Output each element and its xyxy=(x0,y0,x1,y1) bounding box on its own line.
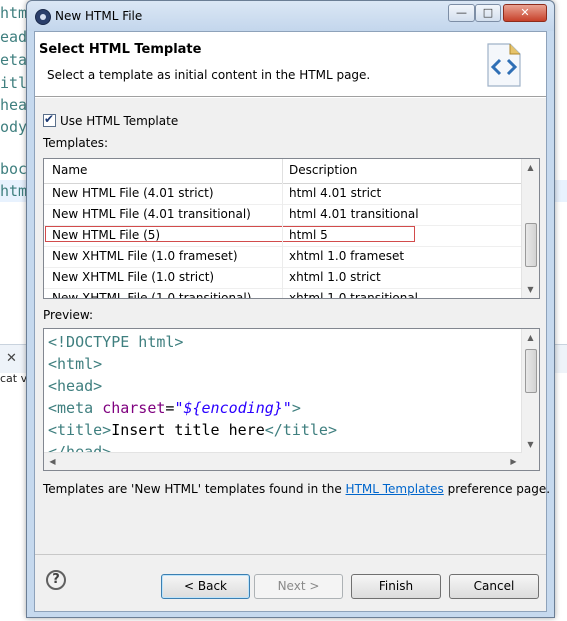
scroll-up-arrow-icon[interactable]: ▲ xyxy=(522,159,539,176)
cancel-button[interactable]: Cancel xyxy=(449,574,539,599)
html-templates-link[interactable]: HTML Templates xyxy=(346,482,444,496)
bg-code-line: hea xyxy=(0,96,28,114)
table-row[interactable]: New XHTML File (1.0 strict) xhtml 1.0 st… xyxy=(44,267,521,289)
scroll-left-arrow-icon[interactable]: ◀ xyxy=(44,453,61,470)
window-title: New HTML File xyxy=(55,9,143,23)
code-line-1: <!DOCTYPE html> xyxy=(48,333,184,351)
templates-note: Templates are 'New HTML' templates found… xyxy=(43,482,550,496)
scroll-down-arrow-icon[interactable]: ▼ xyxy=(522,281,539,298)
preview-line: <html> xyxy=(48,355,102,373)
close-button[interactable]: ✕ xyxy=(503,4,547,22)
scrollbar-thumb[interactable] xyxy=(525,349,537,393)
row-name: New HTML File (4.01 strict) xyxy=(52,186,214,200)
row-description: xhtml 1.0 frameset xyxy=(289,249,405,263)
table-row-selected[interactable]: New HTML File (5) html 5 xyxy=(44,225,521,247)
button-bar-divider xyxy=(35,554,546,555)
page-description: Select a template as initial content in … xyxy=(47,68,371,82)
note-prefix: Templates are 'New HTML' templates found… xyxy=(43,482,346,496)
scroll-right-arrow-icon[interactable]: ▶ xyxy=(505,453,522,470)
next-button[interactable]: Next > xyxy=(254,574,343,599)
code-line-3: <head> xyxy=(48,377,103,395)
close-icon[interactable]: ✕ xyxy=(6,351,17,366)
table-vertical-scrollbar[interactable]: ▲ ▼ xyxy=(521,159,539,298)
templates-table[interactable]: Name Description New HTML File (4.01 str… xyxy=(43,158,540,299)
row-description: xhtml 1.0 strict xyxy=(289,270,381,284)
maximize-button[interactable]: □ xyxy=(475,4,501,22)
back-button[interactable]: < Back xyxy=(161,574,250,599)
bg-code-line: ody xyxy=(0,118,28,136)
table-row[interactable]: New HTML File (4.01 strict) html 4.01 st… xyxy=(44,183,521,205)
table-row[interactable]: New XHTML File (1.0 frameset) xhtml 1.0 … xyxy=(44,246,521,268)
row-name: New XHTML File (1.0 strict) xyxy=(52,270,215,284)
preview-vertical-scrollbar[interactable]: ▲ ▼ xyxy=(521,329,539,453)
row-description: html 5 xyxy=(289,228,328,242)
wizard-header: Select HTML Template Select a template a… xyxy=(35,32,546,97)
preview-line: <head> xyxy=(48,377,102,395)
preview-line: <meta charset="${encoding}"> xyxy=(48,399,301,417)
dialog-client: Select HTML Template Select a template a… xyxy=(34,31,550,612)
bg-code-line: htm xyxy=(0,182,28,200)
bg-code-line: ead xyxy=(0,28,28,46)
html-file-icon xyxy=(487,43,521,87)
code-tag: </title> xyxy=(264,421,337,439)
bg-code-line: eta xyxy=(0,51,28,69)
use-template-checkbox[interactable] xyxy=(43,112,56,127)
bg-panel-text: cat v xyxy=(0,372,28,385)
code-attribute: charset xyxy=(102,399,166,417)
preview-label: Preview: xyxy=(43,308,94,322)
row-description: xhtml 1.0 transitional xyxy=(289,291,419,299)
code-tag: > xyxy=(291,399,301,417)
help-icon[interactable]: ? xyxy=(46,570,66,590)
preview-horizontal-scrollbar[interactable]: ◀ ▶ xyxy=(44,452,522,470)
use-template-label[interactable]: Use HTML Template xyxy=(60,114,178,128)
bg-code-line: boc xyxy=(0,160,28,178)
column-header-name[interactable]: Name xyxy=(52,163,87,177)
preview-pane[interactable]: <!DOCTYPE html> <html> <head> <meta char… xyxy=(43,328,540,471)
code-value: "${encoding}" xyxy=(174,399,292,417)
new-html-file-dialog: New HTML File — □ ✕ Select HTML Template… xyxy=(26,0,555,618)
code-tag: <title> xyxy=(48,421,112,439)
row-description: html 4.01 strict xyxy=(289,186,382,200)
eclipse-icon xyxy=(35,9,51,25)
row-name: New XHTML File (1.0 transitional) xyxy=(52,291,252,299)
table-row[interactable]: New HTML File (4.01 transitional) html 4… xyxy=(44,204,521,226)
preview-line: <title>Insert title here</title> xyxy=(48,421,337,439)
preview-line: <!DOCTYPE html> xyxy=(48,333,183,351)
row-description: html 4.01 transitional xyxy=(289,207,419,221)
page-title: Select HTML Template xyxy=(39,42,202,57)
code-tag: <meta xyxy=(48,399,103,417)
scrollbar-corner xyxy=(522,453,539,470)
row-name: New HTML File (5) xyxy=(52,228,161,242)
row-name: New XHTML File (1.0 frameset) xyxy=(52,249,238,263)
title-bar[interactable]: New HTML File — □ ✕ xyxy=(27,1,554,31)
scrollbar-thumb[interactable] xyxy=(525,223,537,267)
table-row[interactable]: New XHTML File (1.0 transitional) xhtml … xyxy=(44,288,521,299)
column-header-description[interactable]: Description xyxy=(289,163,357,177)
code-line-2: <html> xyxy=(48,355,103,373)
code-text: Insert title here xyxy=(111,421,265,439)
bg-code-line: itl xyxy=(0,74,28,92)
finish-button[interactable]: Finish xyxy=(351,574,441,599)
templates-label: Templates: xyxy=(43,136,109,150)
table-header: Name Description xyxy=(44,159,521,184)
scroll-up-arrow-icon[interactable]: ▲ xyxy=(522,329,539,346)
header-divider xyxy=(35,97,546,98)
minimize-button[interactable]: — xyxy=(448,4,475,22)
row-name: New HTML File (4.01 transitional) xyxy=(52,207,251,221)
scroll-down-arrow-icon[interactable]: ▼ xyxy=(522,436,539,453)
column-divider[interactable] xyxy=(282,159,283,183)
note-suffix: preference page. xyxy=(443,482,551,496)
